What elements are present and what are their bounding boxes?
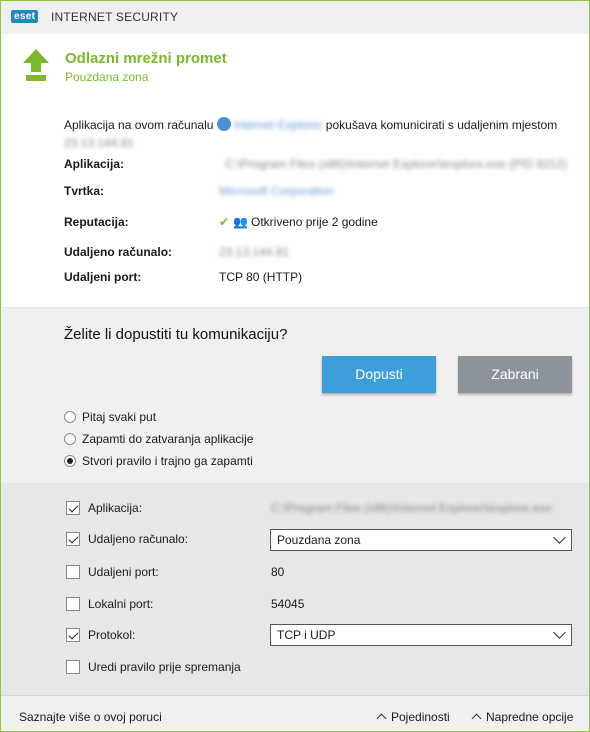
users-icon: 👥 — [233, 215, 249, 229]
checkbox[interactable] — [66, 501, 80, 515]
option-label: Aplikacija: — [88, 501, 143, 515]
radio-button[interactable] — [64, 411, 76, 423]
select-value: Pouzdana zona — [277, 533, 361, 547]
checkbox[interactable] — [66, 532, 80, 546]
details-link[interactable]: Pojedinosti — [376, 710, 450, 724]
local-port-value: 54045 — [271, 597, 305, 611]
details-label: Pojedinosti — [391, 710, 450, 724]
app-path: C:\Program Files (x86)\Internet Explorer… — [225, 157, 568, 171]
option-label: Uredi pravilo prije spremanja — [88, 660, 241, 674]
checkbox[interactable] — [66, 628, 80, 642]
question-text: Želite li dopustiti tu komunikaciju? — [64, 326, 288, 343]
alert-header: Odlazni mrežni promet Pouzdana zona — [1, 34, 589, 111]
option-label: Udaljeno računalo: — [88, 532, 189, 546]
radio-remember-until-close[interactable]: Zapamti do zatvaranja aplikacije — [64, 430, 253, 448]
port-label: Udaljeni port: — [64, 270, 142, 284]
remote-label: Udaljeno računalo: — [64, 245, 173, 259]
radio-label: Pitaj svaki put — [82, 410, 157, 424]
reputation-text: Otkriveno prije 2 godine — [251, 215, 378, 229]
internet-explorer-icon — [216, 117, 231, 131]
app-name-link[interactable]: Internet Explorer — [234, 118, 323, 132]
learn-more-link[interactable]: Saznajte više o ovoj poruci — [19, 710, 162, 724]
desc-text: Aplikacija na ovom računalu — [64, 118, 217, 132]
chevron-up-icon — [471, 713, 482, 724]
app-label: Aplikacija: — [64, 157, 125, 171]
chevron-up-icon — [376, 713, 387, 724]
radio-label: Zapamti do zatvaranja aplikacije — [82, 432, 254, 446]
arrow-up-icon — [23, 49, 49, 81]
option-remote-port[interactable]: Udaljeni port: — [66, 563, 159, 581]
decision-panel: Želite li dopustiti tu komunikaciju? Dop… — [1, 307, 589, 484]
option-remote-computer[interactable]: Udaljeno računalo: — [66, 530, 188, 548]
reputation-label: Reputacija: — [64, 215, 129, 229]
desc-text-2: pokušava komunicirati s udaljenim mjesto… — [322, 118, 558, 132]
check-icon: ✔ — [219, 215, 230, 229]
eset-logo: eset — [11, 10, 39, 23]
remote-zone-select[interactable]: Pouzdana zona — [270, 529, 572, 551]
remote-value: 23.13.144.81 — [219, 245, 290, 259]
option-label: Protokol: — [88, 628, 136, 642]
option-edit-rule[interactable]: Uredi pravilo prije spremanja — [66, 658, 241, 676]
chevron-down-icon — [553, 531, 566, 544]
advanced-options-link[interactable]: Napredne opcije — [471, 710, 574, 724]
radio-ask-every-time[interactable]: Pitaj svaki put — [64, 408, 156, 426]
radio-button[interactable] — [64, 433, 76, 445]
radio-create-rule[interactable]: Stvori pravilo i trajno ga zapamti — [64, 452, 253, 470]
radio-label: Stvori pravilo i trajno ga zapamti — [82, 454, 253, 468]
port-value: TCP 80 (HTTP) — [219, 270, 303, 284]
title-bar: eset INTERNET SECURITY — [1, 1, 589, 34]
alert-subtitle: Pouzdana zona — [65, 70, 149, 84]
option-app-path: C:\Program Files (x86)\Internet Explorer… — [271, 501, 552, 515]
product-name: INTERNET SECURITY — [51, 10, 179, 24]
connection-info: Aplikacija na ovom računalu Internet Exp… — [1, 111, 589, 307]
option-protocol[interactable]: Protokol: — [66, 626, 135, 644]
alert-window: eset INTERNET SECURITY Odlazni mrežni pr… — [0, 0, 590, 732]
option-local-port[interactable]: Lokalni port: — [66, 595, 153, 613]
option-label: Lokalni port: — [88, 597, 154, 611]
rule-options: Aplikacija: C:\Program Files (x86)\Inter… — [1, 483, 589, 695]
radio-button[interactable] — [64, 455, 76, 467]
select-value: TCP i UDP — [277, 628, 336, 642]
description: Aplikacija na ovom računalu Internet Exp… — [64, 116, 579, 152]
footer: Saznajte više o ovoj poruci Pojedinosti … — [1, 695, 589, 731]
reputation-value: ✔ 👥 Otkriveno prije 2 godine — [219, 215, 378, 229]
remote-address-text: 23.13.144.81 — [64, 136, 135, 150]
option-application[interactable]: Aplikacija: — [66, 499, 142, 517]
chevron-down-icon — [553, 626, 566, 639]
deny-button[interactable]: Zabrani — [458, 356, 572, 393]
option-label: Udaljeni port: — [88, 565, 159, 579]
company-link[interactable]: Microsoft Corporation — [219, 184, 334, 198]
checkbox[interactable] — [66, 597, 80, 611]
checkbox[interactable] — [66, 660, 80, 674]
advanced-label: Napredne opcije — [486, 710, 574, 724]
company-label: Tvrtka: — [64, 184, 105, 198]
checkbox[interactable] — [66, 565, 80, 579]
protocol-select[interactable]: TCP i UDP — [270, 624, 572, 646]
remote-port-value: 80 — [271, 565, 285, 579]
alert-title: Odlazni mrežni promet — [65, 50, 227, 67]
allow-button[interactable]: Dopusti — [322, 356, 436, 393]
